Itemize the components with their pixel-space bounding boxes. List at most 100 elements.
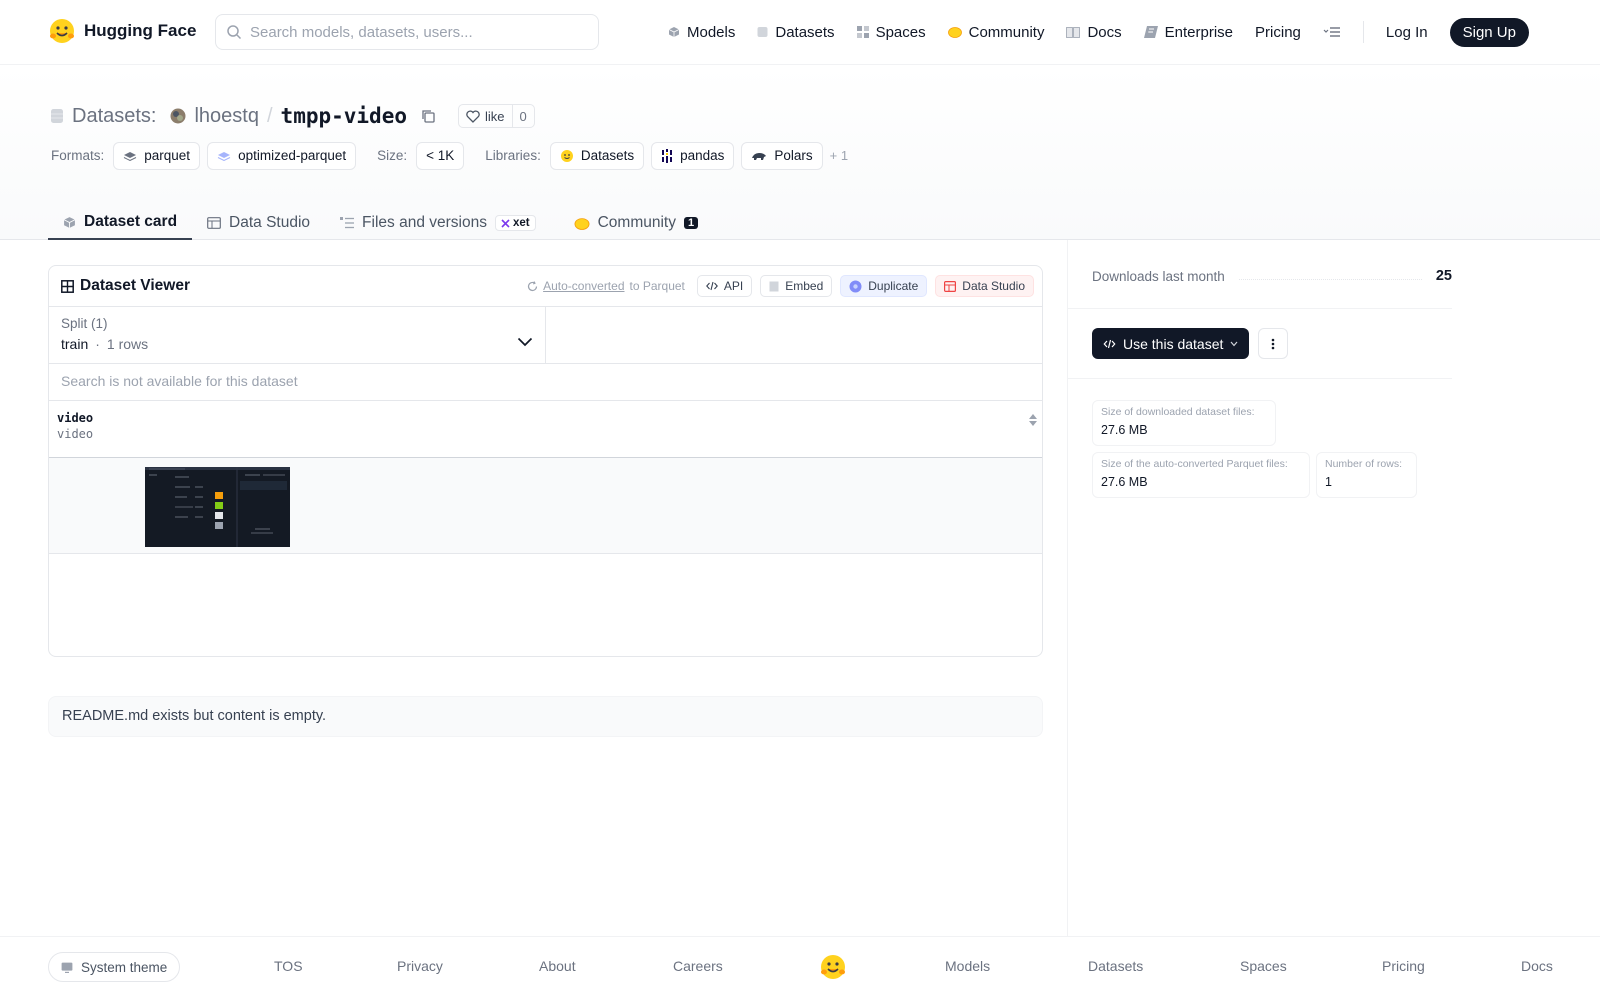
tab-data-studio-label: Data Studio bbox=[229, 214, 311, 231]
nav-more-menu[interactable] bbox=[1323, 26, 1341, 38]
use-this-dataset-button[interactable]: Use this dataset bbox=[1092, 328, 1250, 359]
tag-size[interactable]: < 1K bbox=[416, 141, 465, 170]
brand-logo[interactable]: Hugging Face bbox=[48, 17, 196, 45]
sidebar-divider bbox=[1068, 308, 1452, 309]
theme-toggle-button[interactable]: System theme bbox=[48, 952, 181, 982]
avatar bbox=[170, 108, 186, 124]
viewer-header: Dataset Viewer Auto-converted to Parquet… bbox=[49, 266, 1042, 307]
tag-pandas[interactable]: pandas bbox=[651, 141, 735, 170]
nav-pricing[interactable]: Pricing bbox=[1255, 24, 1301, 41]
files-tree-icon bbox=[340, 217, 355, 229]
login-label: Log In bbox=[1385, 23, 1428, 41]
search-icon bbox=[226, 24, 242, 40]
tab-data-studio[interactable]: Data Studio bbox=[192, 198, 325, 240]
to-parquet-label: to Parquet bbox=[629, 279, 685, 293]
column-header-video[interactable]: video video bbox=[49, 401, 1042, 458]
menu-icon bbox=[1323, 26, 1341, 38]
footer-link-docs[interactable]: Docs bbox=[1521, 958, 1553, 974]
viewer-title: Dataset Viewer bbox=[61, 277, 190, 295]
data-studio-label: Data Studio bbox=[962, 279, 1025, 293]
footer-link-careers[interactable]: Careers bbox=[673, 958, 723, 974]
footer-link-pricing[interactable]: Pricing bbox=[1382, 958, 1425, 974]
tag-pandas-label: pandas bbox=[680, 148, 725, 163]
downloads-sparkline bbox=[1238, 272, 1422, 280]
section-label[interactable]: Datasets: bbox=[72, 105, 156, 128]
search-input[interactable]: Search models, datasets, users... bbox=[215, 14, 599, 50]
footer-link-tos[interactable]: TOS bbox=[274, 958, 303, 974]
table-icon bbox=[61, 279, 74, 293]
data-studio-button[interactable]: Data Studio bbox=[935, 275, 1034, 297]
auto-converted-link[interactable]: Auto-converted bbox=[543, 279, 624, 293]
parquet-icon bbox=[123, 151, 137, 161]
theme-label: System theme bbox=[81, 959, 168, 975]
nav-divider bbox=[1362, 21, 1364, 43]
nav-community-label: Community bbox=[968, 23, 1045, 41]
tag-polars[interactable]: Polars bbox=[741, 141, 823, 170]
tag-datasets-lib[interactable]: Datasets bbox=[549, 141, 645, 170]
login-link[interactable]: Log In bbox=[1386, 24, 1428, 41]
split-selector[interactable]: Split (1) train · 1 rows bbox=[49, 307, 546, 364]
footer-link-models[interactable]: Models bbox=[945, 958, 990, 974]
viewer-title-label: Dataset Viewer bbox=[80, 277, 190, 294]
tag-size-label: < 1K bbox=[426, 148, 455, 163]
nav-models[interactable]: Models bbox=[668, 24, 735, 41]
hugging-face-icon bbox=[560, 149, 574, 163]
nav-enterprise[interactable]: Enterprise bbox=[1143, 24, 1233, 41]
hugging-face-logo-icon[interactable] bbox=[819, 953, 847, 981]
duplicate-icon bbox=[849, 280, 862, 293]
owner-link[interactable]: lhoestq bbox=[194, 105, 259, 128]
nav-docs[interactable]: Docs bbox=[1066, 24, 1122, 41]
signup-button[interactable]: Sign Up bbox=[1449, 17, 1529, 47]
split-name: train bbox=[61, 336, 89, 352]
like-toggle[interactable]: like bbox=[459, 105, 513, 127]
stat-label: Size of the auto-converted Parquet files… bbox=[1101, 458, 1288, 470]
footer-link-datasets[interactable]: Datasets bbox=[1088, 958, 1143, 974]
embed-button[interactable]: Embed bbox=[760, 275, 833, 297]
signup-label: Sign Up bbox=[1462, 23, 1516, 41]
video-thumbnail[interactable] bbox=[145, 467, 290, 547]
hug-icon bbox=[947, 26, 962, 38]
tag-optimized-parquet[interactable]: optimized-parquet bbox=[207, 141, 357, 170]
nav-spaces-label: Spaces bbox=[875, 23, 926, 41]
xet-label: xet bbox=[512, 217, 530, 229]
more-options-button[interactable] bbox=[1258, 328, 1288, 359]
copy-icon[interactable] bbox=[421, 109, 436, 124]
split-count-label: Split (1) bbox=[61, 316, 108, 331]
column-divider bbox=[1067, 240, 1068, 937]
tab-community[interactable]: Community 1 bbox=[559, 198, 714, 240]
optimized-parquet-icon bbox=[217, 151, 231, 161]
tag-parquet[interactable]: parquet bbox=[113, 141, 201, 170]
xet-icon bbox=[501, 218, 510, 228]
tab-dataset-card[interactable]: Dataset card bbox=[48, 198, 193, 240]
sort-icon[interactable] bbox=[1028, 413, 1038, 427]
repo-tags: Formats: parquet optimized-parquet Size:… bbox=[51, 141, 848, 170]
downloads-value: 25 bbox=[1435, 268, 1452, 284]
tab-files-and-versions[interactable]: Files and versions xet bbox=[325, 198, 551, 240]
tag-polars-label: Polars bbox=[774, 148, 813, 163]
nav-spaces[interactable]: Spaces bbox=[856, 23, 926, 41]
readme-empty-notice: README.md exists but content is empty. bbox=[48, 696, 1043, 737]
downloads-label: Downloads last month bbox=[1092, 268, 1225, 284]
database-icon bbox=[757, 26, 768, 38]
api-label: API bbox=[723, 279, 744, 293]
dataset-viewer: Dataset Viewer Auto-converted to Parquet… bbox=[48, 265, 1043, 657]
like-button[interactable]: like 0 bbox=[457, 104, 535, 128]
nav-datasets[interactable]: Datasets bbox=[757, 24, 835, 41]
libraries-more[interactable]: + 1 bbox=[830, 148, 848, 163]
auto-converted-note: Auto-converted to Parquet bbox=[527, 279, 685, 293]
footer-link-privacy[interactable]: Privacy bbox=[397, 958, 443, 974]
split-config-empty bbox=[546, 307, 1042, 364]
like-count[interactable]: 0 bbox=[513, 109, 534, 124]
tag-optimized-parquet-label: optimized-parquet bbox=[238, 148, 347, 163]
footer-link-about[interactable]: About bbox=[539, 958, 576, 974]
footer: System theme TOS Privacy About Careers M… bbox=[0, 936, 1600, 1000]
repo-name[interactable]: tmpp-video bbox=[281, 104, 407, 128]
api-button[interactable]: API bbox=[696, 275, 753, 297]
duplicate-button[interactable]: Duplicate bbox=[840, 275, 928, 297]
nav-models-label: Models bbox=[687, 23, 736, 41]
use-this-dataset-label: Use this dataset bbox=[1123, 335, 1224, 352]
nav-community[interactable]: Community bbox=[947, 23, 1045, 41]
tab-community-label: Community bbox=[597, 214, 676, 231]
footer-link-spaces[interactable]: Spaces bbox=[1240, 958, 1287, 974]
table-icon bbox=[207, 217, 221, 229]
